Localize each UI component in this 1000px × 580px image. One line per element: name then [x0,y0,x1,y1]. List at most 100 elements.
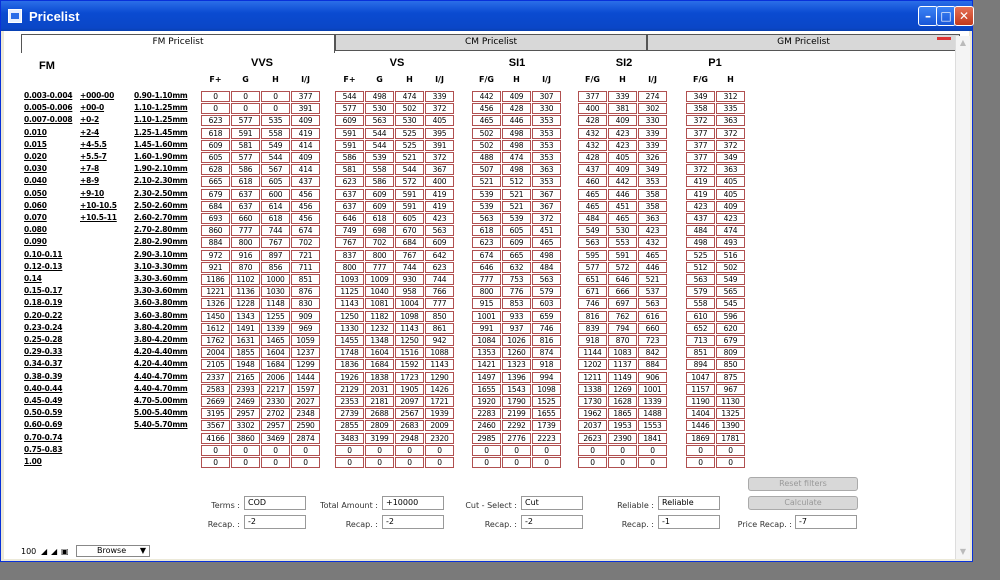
price-cell[interactable]: 1001 [638,383,667,395]
price-cell[interactable]: 339 [638,127,667,139]
price-cell[interactable]: 572 [395,176,424,188]
mode-select[interactable]: Browse ▼ [76,545,150,557]
price-cell[interactable]: 776 [502,286,531,298]
price-cell[interactable]: 353 [532,176,561,188]
price-cell[interactable]: 623 [335,176,364,188]
price-cell[interactable]: 502 [472,139,501,151]
price-cell[interactable]: 1446 [686,420,715,432]
price-cell[interactable]: 498 [365,91,394,102]
price-cell[interactable]: 1553 [638,420,667,432]
price-cell[interactable]: 1000 [261,274,290,285]
price-cell[interactable]: 1905 [395,383,424,395]
price-cell[interactable]: 0 [578,457,607,468]
price-cell[interactable]: 2739 [335,408,364,420]
price-cell[interactable]: 1836 [335,359,364,371]
price-cell[interactable]: 1004 [395,298,424,310]
price-cell[interactable]: 349 [638,164,667,176]
price-cell[interactable]: 372 [425,103,454,115]
price-cell[interactable]: 1597 [291,383,320,395]
price-cell[interactable]: 777 [472,274,501,285]
price-cell[interactable]: 1455 [335,335,364,346]
price-cell[interactable]: 1855 [231,347,260,359]
price-cell[interactable]: 837 [335,249,364,261]
price-cell[interactable]: 2353 [335,396,364,407]
price-cell[interactable]: 1202 [578,359,607,371]
price-cell[interactable]: 330 [532,103,561,115]
price-cell[interactable]: 746 [532,322,561,334]
price-cell[interactable]: 1326 [201,298,230,310]
price-cell[interactable]: 721 [291,249,320,261]
price-cell[interactable]: 442 [472,91,501,102]
price-cell[interactable]: 618 [365,213,394,224]
layout-icon[interactable]: ▣ [61,547,69,556]
price-cell[interactable]: 1102 [231,274,260,285]
price-cell[interactable]: 0 [365,457,394,468]
price-cell[interactable]: 876 [291,286,320,298]
price-cell[interactable]: 851 [291,274,320,285]
price-cell[interactable]: 744 [395,261,424,273]
price-cell[interactable]: 353 [638,176,667,188]
price-cell[interactable]: 1040 [365,286,394,298]
price-cell[interactable]: 0 [335,444,364,456]
price-cell[interactable]: 609 [201,139,230,151]
price-cell[interactable]: 646 [608,274,637,285]
price-cell[interactable]: 0 [231,457,260,468]
price-cell[interactable]: 2957 [231,408,260,420]
price-cell[interactable]: 642 [425,249,454,261]
price-cell[interactable]: 1404 [686,408,715,420]
price-cell[interactable]: 2623 [578,432,607,444]
price-cell[interactable]: 591 [395,188,424,200]
price-cell[interactable]: 609 [365,200,394,212]
price-cell[interactable]: 0 [716,444,745,456]
price-cell[interactable]: 0 [261,103,290,115]
price-cell[interactable]: 918 [578,335,607,346]
vertical-scrollbar[interactable]: ▲ ▼ [955,36,970,559]
price-cell[interactable]: 339 [425,91,454,102]
price-cell[interactable]: 1525 [532,396,561,407]
price-cell[interactable]: 744 [261,225,290,237]
price-cell[interactable]: 1030 [261,286,290,298]
price-cell[interactable]: 586 [231,164,260,176]
price-cell[interactable]: 794 [608,322,637,334]
price-cell[interactable]: 530 [608,225,637,237]
price-cell[interactable]: 563 [686,274,715,285]
price-cell[interactable]: 1762 [201,335,230,346]
price-cell[interactable]: 465 [638,249,667,261]
price-cell[interactable]: 1348 [365,335,394,346]
price-cell[interactable]: 1083 [608,347,637,359]
price-cell[interactable]: 1939 [425,408,454,420]
price-cell[interactable]: 2776 [502,432,531,444]
price-cell[interactable]: 906 [638,371,667,383]
price-cell[interactable]: 684 [201,200,230,212]
price-cell[interactable]: 1325 [716,408,745,420]
tab-close-icon[interactable] [937,37,951,40]
price-cell[interactable]: 502 [472,127,501,139]
price-cell[interactable]: 539 [365,152,394,163]
price-cell[interactable]: 1330 [335,322,364,334]
price-cell[interactable]: 693 [201,213,230,224]
price-cell[interactable]: 363 [638,213,667,224]
price-cell[interactable]: 419 [425,188,454,200]
price-cell[interactable]: 856 [261,261,290,273]
price-cell[interactable]: 591 [335,127,364,139]
price-cell[interactable]: 591 [231,127,260,139]
price-cell[interactable]: 1323 [502,359,531,371]
price-cell[interactable]: 428 [578,152,607,163]
price-cell[interactable]: 363 [716,115,745,127]
price-cell[interactable]: 767 [395,249,424,261]
price-cell[interactable]: 591 [335,139,364,151]
price-cell[interactable]: 665 [502,249,531,261]
price-cell[interactable]: 1339 [638,396,667,407]
price-cell[interactable]: 3199 [365,432,394,444]
price-cell[interactable]: 451 [608,200,637,212]
price-cell[interactable]: 609 [425,237,454,249]
price-cell[interactable]: 1338 [578,383,607,395]
price-cell[interactable]: 391 [425,139,454,151]
price-cell[interactable]: 0 [608,444,637,456]
price-cell[interactable]: 498 [502,164,531,176]
price-cell[interactable]: 2330 [261,396,290,407]
price-cell[interactable]: 405 [608,152,637,163]
price-cell[interactable]: 2006 [261,371,290,383]
price-cell[interactable]: 339 [608,91,637,102]
price-cell[interactable]: 446 [608,188,637,200]
